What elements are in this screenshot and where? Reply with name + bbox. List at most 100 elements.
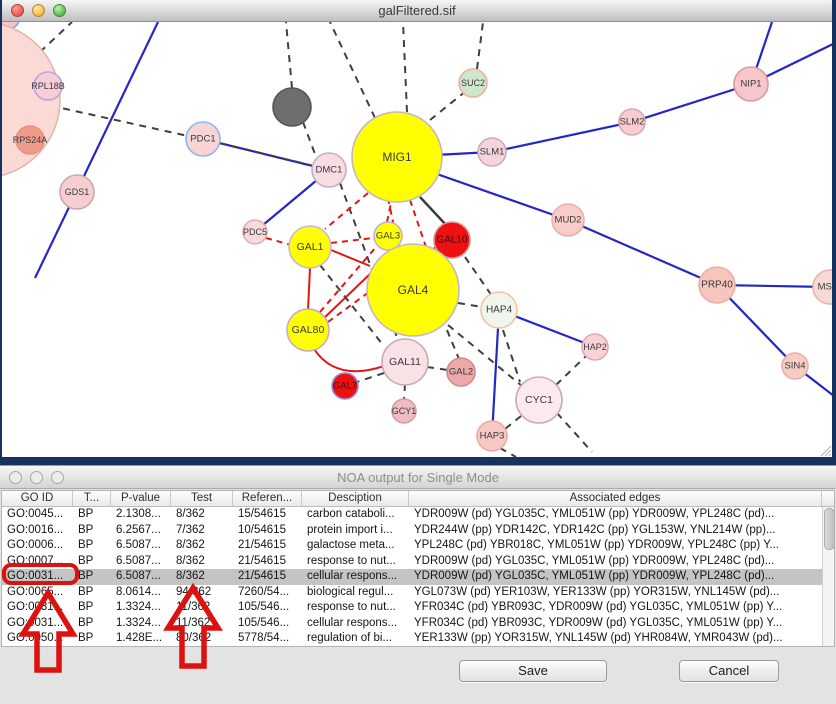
graph-node-GAL11[interactable]: GAL11	[382, 339, 428, 385]
graph-node-PDC1[interactable]: PDC1	[186, 122, 220, 156]
node-label: GAL7	[333, 381, 357, 392]
node-label: GAL3	[376, 231, 400, 242]
graph-edge	[331, 250, 370, 266]
table-row[interactable]: GO:0006...BP6.5087...8/36221/54615galact…	[2, 538, 834, 554]
table-cell: 8/362	[171, 538, 233, 554]
table-cell: GO:0007...	[2, 554, 73, 570]
graph-edge	[308, 268, 310, 310]
node-label: RPS24A	[13, 135, 48, 145]
zoom-button-icon[interactable]	[51, 471, 64, 484]
node-label: GAL4	[398, 283, 429, 297]
graph-edge	[303, 122, 318, 162]
minimize-button-icon[interactable]	[30, 471, 43, 484]
graph-edge	[458, 303, 482, 307]
table-cell: 6.5087...	[111, 554, 171, 570]
table-cell: 11/362	[171, 600, 233, 616]
table-cell: YFR034C (pd) YBR093C, YDR009W (pd) YGL03…	[409, 600, 822, 616]
network-canvas[interactable]: RPL18BRPS24AGDS1PDC1DMC1MIG1SUC2SLM1SLM2…	[2, 22, 832, 457]
network-window-title: galFiltered.sif	[2, 3, 832, 18]
graph-node-CYC1[interactable]: CYC1	[516, 377, 562, 423]
graph-node-gray-node[interactable]	[273, 88, 311, 126]
zoom-button-icon[interactable]	[53, 4, 66, 17]
table-row[interactable]: GO:0016...BP6.2567...7/36210/54615protei…	[2, 523, 834, 539]
table-cell: BP	[73, 554, 111, 570]
save-button[interactable]: Save	[459, 660, 607, 682]
graph-node-GAL80[interactable]: GAL80	[287, 309, 329, 351]
resize-grip-icon[interactable]	[820, 445, 832, 457]
column-header-test[interactable]: Test	[171, 491, 233, 506]
table-row[interactable]: GO:0031...BP1.3324...11/362105/546...cel…	[2, 616, 834, 632]
graph-node-HAP4[interactable]: HAP4	[481, 292, 517, 328]
graph-node-MIG1[interactable]: MIG1	[352, 112, 442, 202]
table-row[interactable]: GO:0045...BP2.1308...8/36215/54615carbon…	[2, 507, 834, 523]
graph-node-GAL2[interactable]: GAL2	[447, 358, 475, 386]
graph-edge	[427, 367, 448, 370]
table-cell: BP	[73, 507, 111, 523]
graph-node-NIP1[interactable]: NIP1	[734, 67, 768, 101]
network-titlebar[interactable]: galFiltered.sif	[2, 0, 832, 22]
table-cell: carbon cataboli...	[302, 507, 409, 523]
graph-node-GAL1[interactable]: GAL1	[289, 226, 331, 268]
graph-edge	[420, 197, 447, 226]
close-button-icon[interactable]	[9, 471, 22, 484]
table-cell: BP	[73, 585, 111, 601]
column-header-p-value[interactable]: P-value	[111, 491, 171, 506]
graph-node-GCY1[interactable]: GCY1	[392, 399, 417, 423]
graph-node-GAL7[interactable]: GAL7	[332, 373, 358, 399]
table-cell: 10/54615	[233, 523, 302, 539]
network-window: galFiltered.sif RPL18BRPS24AGDS1PDC1DMC1…	[2, 0, 832, 457]
node-label: GAL2	[449, 367, 473, 378]
graph-node-PDC5[interactable]: PDC5	[243, 220, 267, 244]
table-cell: 21/54615	[233, 554, 302, 570]
table-cell: 8/362	[171, 569, 233, 585]
table-cell: 7260/54...	[233, 585, 302, 601]
close-button-icon[interactable]	[11, 4, 24, 17]
table-row[interactable]: GO:0031...BP1.3324...11/362105/546...res…	[2, 600, 834, 616]
table-row[interactable]: GO:0065...BP8.0614...94/3627260/54...bio…	[2, 585, 834, 601]
graph-edge	[410, 200, 426, 247]
cancel-button[interactable]: Cancel	[679, 660, 779, 682]
column-header-desciption[interactable]: Desciption	[302, 491, 409, 506]
table-cell: response to nut...	[302, 554, 409, 570]
table-row[interactable]: GO:0007...BP6.5087...8/36221/54615respon…	[2, 554, 834, 570]
noa-titlebar[interactable]: NOA output for Single Mode	[0, 466, 836, 489]
table-cell: YER133W (pp) YOR315W, YNL145W (pd) YHR08…	[409, 631, 822, 647]
graph-node-GAL4[interactable]: GAL4	[367, 244, 459, 336]
graph-edge	[330, 22, 375, 118]
graph-node-GDS1[interactable]: GDS1	[60, 175, 94, 209]
graph-node-SUC2[interactable]: SUC2	[459, 69, 487, 97]
graph-node-PRP40[interactable]: PRP40	[699, 267, 735, 303]
graph-node-HAP3[interactable]: HAP3	[477, 421, 507, 451]
vertical-scrollbar[interactable]	[822, 507, 834, 646]
table-cell: BP	[73, 631, 111, 647]
column-header-t-[interactable]: T...	[73, 491, 111, 506]
minimize-button-icon[interactable]	[32, 4, 45, 17]
graph-node-MSL1[interactable]: MSL1	[813, 270, 832, 304]
graph-node-SIN4[interactable]: SIN4	[782, 353, 808, 379]
node-label: SUC2	[461, 78, 485, 88]
column-header-associated-edges[interactable]: Associated edges	[409, 491, 822, 506]
graph-node-HAP2[interactable]: HAP2	[582, 334, 608, 360]
table-cell: GO:0031...	[2, 569, 73, 585]
table-cell: YDR009W (pd) YGL035C, YML051W (pp) YDR00…	[409, 569, 822, 585]
table-cell: 21/54615	[233, 569, 302, 585]
node-label: HAP2	[583, 342, 607, 352]
noa-window-title: NOA output for Single Mode	[0, 470, 836, 485]
table-row[interactable]: GO:0031...BP6.5087...8/36221/54615cellul…	[2, 569, 834, 585]
graph-node-DMC1[interactable]: DMC1	[312, 153, 346, 187]
node-label: MSL1	[818, 282, 832, 293]
table-row[interactable]: GO:0050...BP1.428E...80/3625778/54...reg…	[2, 631, 834, 647]
node-label: GAL80	[292, 324, 325, 336]
graph-node-SLM2[interactable]: SLM2	[619, 109, 645, 135]
column-header-referen-[interactable]: Referen...	[233, 491, 302, 506]
table-cell: 8.0614...	[111, 585, 171, 601]
column-header-go-id[interactable]: GO ID	[2, 491, 73, 506]
graph-node-MUD2[interactable]: MUD2	[552, 204, 584, 236]
graph-edge	[503, 330, 520, 382]
scrollbar-thumb[interactable]	[824, 508, 835, 550]
node-label: GAL10	[436, 235, 468, 246]
node-label: NIP1	[740, 79, 761, 90]
table-cell: GO:0031...	[2, 616, 73, 632]
graph-edge	[557, 413, 592, 452]
graph-node-SLM1[interactable]: SLM1	[478, 138, 506, 166]
